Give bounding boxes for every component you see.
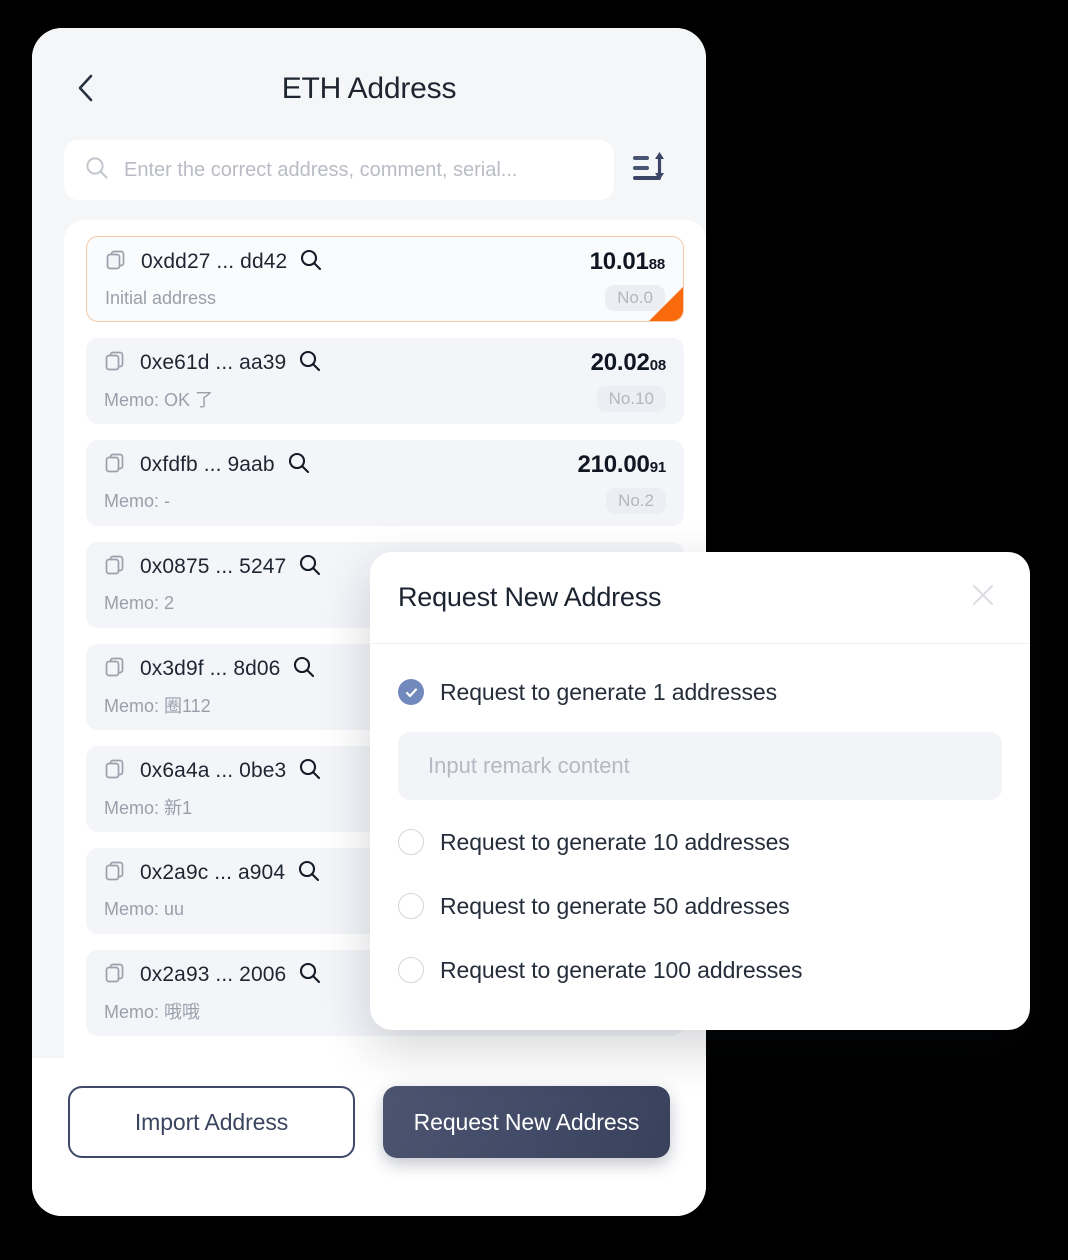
app-header: ETH Address bbox=[32, 28, 706, 124]
close-button[interactable] bbox=[966, 581, 1000, 615]
import-address-button[interactable]: Import Address bbox=[68, 1086, 355, 1158]
address-text: 0x0875 ... 5247 bbox=[140, 555, 287, 578]
close-icon bbox=[970, 582, 996, 613]
radio-unchecked-icon[interactable] bbox=[398, 957, 424, 983]
copy-icon[interactable] bbox=[105, 249, 127, 276]
dialog-title: Request New Address bbox=[398, 582, 662, 612]
address-text: 0x3d9f ... 8d06 bbox=[140, 657, 281, 680]
corner-flag-icon bbox=[649, 287, 683, 321]
memo-text: Memo: OK 了 bbox=[104, 390, 214, 410]
search-box[interactable] bbox=[64, 140, 614, 200]
magnifier-icon[interactable] bbox=[297, 859, 321, 888]
option-label-3: Request to generate 50 addresses bbox=[440, 892, 790, 919]
option-row-4[interactable]: Request to generate 100 addresses bbox=[398, 944, 1002, 996]
option-label-1: Request to generate 1 addresses bbox=[440, 678, 778, 705]
search-input[interactable] bbox=[124, 158, 594, 182]
amount-integer: 10.01 bbox=[589, 248, 649, 275]
memo-text: Memo: uu bbox=[104, 898, 185, 919]
magnifier-icon[interactable] bbox=[299, 248, 323, 277]
amount-decimals: 08 bbox=[649, 357, 667, 374]
footer-actions: Import Address Request New Address bbox=[32, 1058, 706, 1216]
search-row bbox=[64, 140, 674, 200]
magnifier-icon[interactable] bbox=[298, 757, 322, 786]
address-item-top: 0xfdfb ... 9aab 210.0091 bbox=[104, 440, 666, 484]
option-row-3[interactable]: Request to generate 50 addresses bbox=[398, 880, 1002, 932]
page-title: ETH Address bbox=[281, 72, 457, 105]
dialog-body: Request to generate 1 addresses Request … bbox=[370, 644, 1030, 996]
request-new-address-button[interactable]: Request New Address bbox=[383, 1086, 670, 1158]
amount-value: 210.0091 bbox=[577, 451, 666, 479]
address-item[interactable]: 0xfdfb ... 9aab 210.0091 Memo: - No.2 bbox=[86, 440, 684, 526]
copy-icon[interactable] bbox=[104, 350, 126, 377]
request-new-address-dialog: Request New Address Request to generate bbox=[370, 552, 1030, 1030]
address-item-bottom: Initial address No.0 bbox=[105, 281, 665, 315]
option-label-2: Request to generate 10 addresses bbox=[440, 828, 790, 855]
address-text: 0xe61d ... aa39 bbox=[140, 351, 287, 374]
copy-icon[interactable] bbox=[104, 860, 126, 887]
amount-integer: 210.00 bbox=[577, 451, 650, 478]
address-text: 0xdd27 ... dd42 bbox=[141, 250, 288, 273]
copy-icon[interactable] bbox=[104, 452, 126, 479]
memo-text: Memo: 圈112 bbox=[104, 696, 211, 716]
copy-icon[interactable] bbox=[104, 554, 126, 581]
memo-text: Memo: - bbox=[104, 490, 171, 511]
dialog-header: Request New Address bbox=[370, 552, 1030, 644]
memo-text: Memo: 哦哦 bbox=[104, 1002, 201, 1022]
address-text: 0x6a4a ... 0be3 bbox=[140, 759, 287, 782]
amount-decimals: 88 bbox=[648, 256, 666, 273]
address-item[interactable]: 0xe61d ... aa39 20.0208 Memo: OK 了 No.10 bbox=[86, 338, 684, 424]
address-item-bottom: Memo: OK 了 No.10 bbox=[104, 382, 666, 416]
memo-text: Memo: 新1 bbox=[104, 798, 193, 818]
address-item[interactable]: 0xdd27 ... dd42 10.0188 Initial address No.… bbox=[86, 236, 684, 322]
amount-decimals: 91 bbox=[649, 459, 667, 476]
address-item-bottom: Memo: - No.2 bbox=[104, 484, 666, 518]
search-icon bbox=[84, 155, 110, 186]
magnifier-icon[interactable] bbox=[298, 553, 322, 582]
address-text: 0xfdfb ... 9aab bbox=[140, 453, 275, 476]
copy-icon[interactable] bbox=[104, 758, 126, 785]
screenshot-root: ETH Address Enter the correct address, c… bbox=[0, 0, 1068, 1260]
magnifier-icon[interactable] bbox=[298, 961, 322, 990]
magnifier-icon[interactable] bbox=[298, 349, 322, 378]
address-item-top: 0xdd27 ... dd42 10.0188 bbox=[105, 237, 665, 281]
copy-icon[interactable] bbox=[104, 656, 126, 683]
option-row-2[interactable]: Request to generate 10 addresses bbox=[398, 816, 1002, 868]
memo-text: Memo: 2 bbox=[104, 592, 175, 613]
address-text: 0x2a9c ... a904 bbox=[140, 861, 286, 884]
amount-value: 10.0188 bbox=[589, 248, 666, 276]
amount-integer: 20.02 bbox=[590, 349, 650, 376]
sort-button[interactable] bbox=[628, 147, 674, 193]
magnifier-icon[interactable] bbox=[287, 451, 311, 480]
address-item-top: 0xe61d ... aa39 20.0208 bbox=[104, 338, 666, 382]
amount-value: 20.0208 bbox=[590, 349, 667, 377]
option-row-1[interactable]: Request to generate 1 addresses bbox=[398, 666, 1002, 718]
radio-unchecked-icon[interactable] bbox=[398, 893, 424, 919]
copy-icon[interactable] bbox=[104, 962, 126, 989]
option-label-4: Request to generate 100 addresses bbox=[440, 956, 803, 983]
magnifier-icon[interactable] bbox=[292, 655, 316, 684]
memo-text: Initial address bbox=[105, 287, 217, 308]
radio-checked-icon[interactable] bbox=[398, 679, 424, 705]
radio-unchecked-icon[interactable] bbox=[398, 829, 424, 855]
address-text: 0x2a93 ... 2006 bbox=[140, 963, 287, 986]
serial-badge: No.2 bbox=[606, 488, 666, 514]
sort-lines-icon bbox=[631, 149, 671, 192]
serial-badge: No.10 bbox=[596, 386, 666, 412]
remark-input[interactable] bbox=[398, 732, 1002, 800]
